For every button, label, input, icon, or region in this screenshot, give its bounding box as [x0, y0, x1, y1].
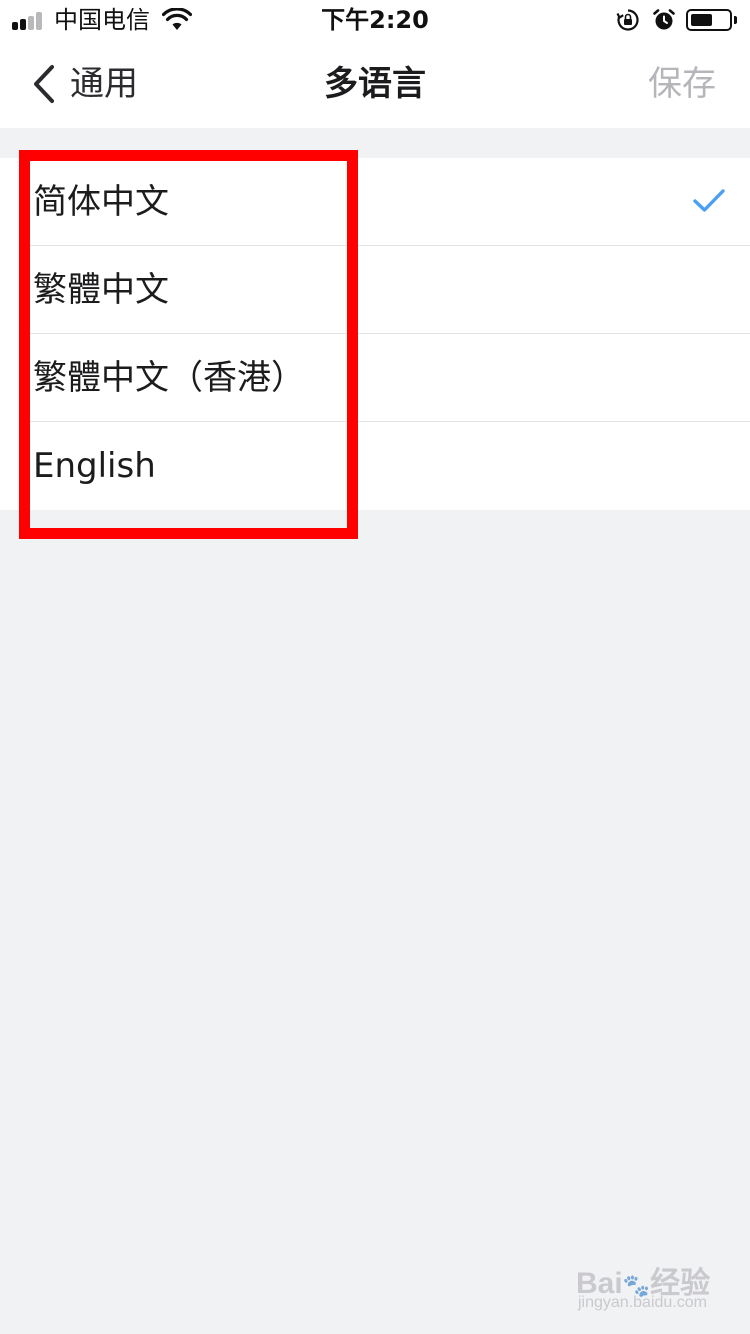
page-title: 多语言 — [324, 64, 426, 104]
rotation-lock-icon — [616, 9, 639, 31]
status-bar: 中国电信 下午2:20 — [0, 0, 750, 40]
language-label: 繁體中文 — [33, 270, 169, 310]
language-item-traditional-chinese-hk[interactable]: 繁體中文（香港） — [0, 334, 750, 422]
save-button[interactable]: 保存 — [648, 62, 716, 106]
language-item-english[interactable]: English — [0, 422, 750, 510]
navigation-bar: 通用 多语言 保存 — [0, 40, 750, 128]
alarm-icon — [653, 9, 675, 30]
watermark-url: jingyan.baidu.com — [578, 1294, 707, 1311]
language-label: 简体中文 — [33, 182, 169, 222]
language-item-traditional-chinese[interactable]: 繁體中文 — [0, 246, 750, 334]
baidu-jingyan-watermark: Bai🐾经验 jingyan.baidu.com — [576, 1258, 726, 1318]
battery-tip — [734, 16, 737, 24]
language-list: 简体中文 繁體中文 繁體中文（香港） English — [0, 158, 750, 510]
language-label: 繁體中文（香港） — [33, 358, 305, 398]
checkmark-icon — [693, 189, 725, 212]
language-label: English — [33, 446, 156, 486]
battery-level — [691, 14, 712, 26]
language-item-simplified-chinese[interactable]: 简体中文 — [0, 158, 750, 246]
battery-icon — [686, 9, 732, 31]
